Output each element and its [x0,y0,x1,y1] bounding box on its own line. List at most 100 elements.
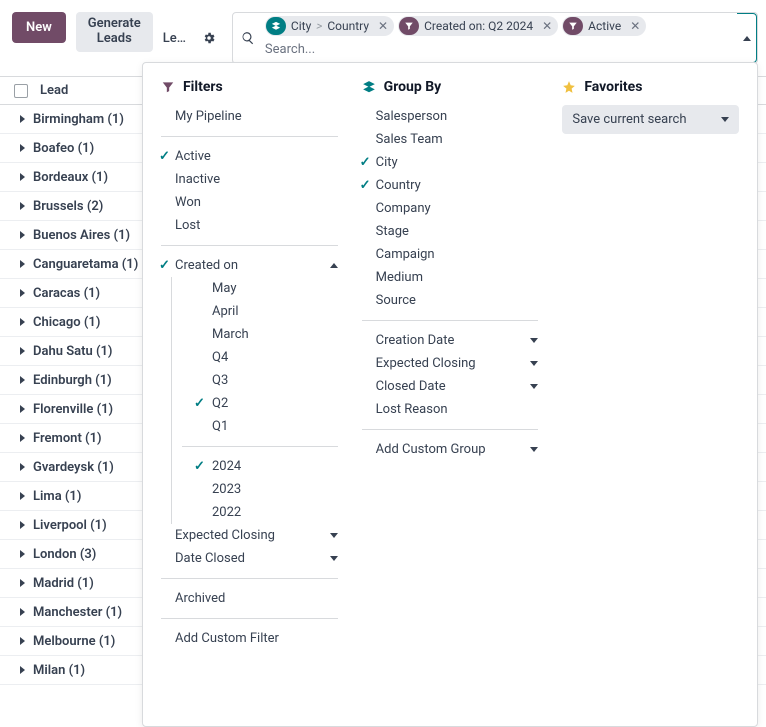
filter-created-on[interactable]: ✓Created on [161,254,338,277]
groupby-option[interactable]: Medium [362,266,539,289]
groupby-option[interactable]: Source [362,289,539,312]
add-custom-group[interactable]: Add Custom Group [362,438,539,461]
expand-icon [20,550,25,558]
chip-zone: City>Country✕Created on: Q2 2024✕Active✕ [263,13,737,63]
group-label: Caracas (1) [33,286,100,301]
expand-icon [20,463,25,471]
filter-option[interactable]: 2022 [196,501,338,524]
expand-icon [20,289,25,297]
facet-chip: City>Country✕ [265,16,394,36]
filter-option[interactable]: Q3 [196,369,338,392]
search-icon[interactable] [233,13,263,63]
filter-option[interactable]: Q4 [196,346,338,369]
breadcrumb[interactable]: Le… [163,31,186,46]
filter-active[interactable]: ✓Active [161,145,338,168]
expand-icon [20,492,25,500]
filter-option[interactable]: Q1 [196,415,338,438]
groupby-option[interactable]: Campaign [362,243,539,266]
expand-icon [20,405,25,413]
gear-icon[interactable] [202,31,216,45]
group-label: Birmingham (1) [33,112,124,127]
filter-option[interactable]: March [196,323,338,346]
filter-created-on-periods: MayAprilMarchQ4Q3✓Q2Q1 [172,277,338,438]
select-all-checkbox[interactable] [14,84,28,98]
generate-leads-button[interactable]: Generate Leads [76,12,153,52]
remove-facet[interactable]: ✕ [374,19,392,33]
group-label: Edinburgh (1) [33,373,112,388]
filter-icon [161,80,175,94]
filter-option[interactable]: April [196,300,338,323]
expand-icon [20,637,25,645]
filter-option[interactable]: ✓2024 [196,455,338,478]
filter-option[interactable]: May [196,277,338,300]
filter-archived[interactable]: Archived [161,587,338,610]
expand-icon [20,376,25,384]
groupby-option[interactable]: Company [362,197,539,220]
group-label: Boafeo (1) [33,141,94,156]
groupby-option[interactable]: Sales Team [362,128,539,151]
group-label: Melbourne (1) [33,634,115,649]
group-label: Gvardeysk (1) [33,460,114,475]
filter-option[interactable]: ✓Q2 [196,392,338,415]
search-options-panel: Filters My Pipeline ✓Active Inactive Won… [142,62,758,727]
group-label: Bordeaux (1) [33,170,108,185]
filter-date-closed[interactable]: Date Closed [161,547,338,570]
groupby-heading: Group By [362,79,539,95]
facet-label: Created on: Q2 2024 [419,19,538,33]
facet-label: Country [322,19,374,33]
expand-icon [20,608,25,616]
remove-facet[interactable]: ✕ [626,19,644,33]
layers-icon [266,17,286,35]
add-custom-filter[interactable]: Add Custom Filter [161,627,338,650]
filter-icon [563,17,583,35]
filters-heading: Filters [161,79,338,95]
remove-facet[interactable]: ✕ [538,19,556,33]
expand-icon [20,173,25,181]
filter-created-on-years: ✓202420232022 [172,455,338,524]
group-label: London (3) [33,547,96,562]
column-header-lead[interactable]: Lead [40,83,68,98]
filter-icon [399,17,419,35]
star-icon [562,80,576,94]
filter-inactive[interactable]: Inactive [161,168,338,191]
filters-column: Filters My Pipeline ✓Active Inactive Won… [161,79,338,710]
group-label: Madrid (1) [33,576,94,591]
filter-option[interactable]: 2023 [196,478,338,501]
group-label: Milan (1) [33,663,85,678]
search-options-toggle[interactable] [737,13,757,63]
group-label: Florenville (1) [33,402,113,417]
expand-icon [20,144,25,152]
groupby-items: SalespersonSales Team✓City✓CountryCompan… [362,105,539,312]
groupby-date-option[interactable]: Creation Date [362,329,539,352]
filter-lost[interactable]: Lost [161,214,338,237]
groupby-date-option[interactable]: Expected Closing [362,352,539,375]
expand-icon [20,579,25,587]
filter-expected-closing[interactable]: Expected Closing [161,524,338,547]
groupby-option[interactable]: Salesperson [362,105,539,128]
group-label: Buenos Aires (1) [33,228,130,243]
groupby-column: Group By SalespersonSales Team✓City✓Coun… [362,79,539,710]
groupby-option[interactable]: Stage [362,220,539,243]
groupby-option[interactable]: ✓City [362,151,539,174]
group-label: Chicago (1) [33,315,100,330]
new-button[interactable]: New [12,12,66,43]
filter-my-pipeline[interactable]: My Pipeline [161,105,338,128]
groupby-date-option[interactable]: Closed Date [362,375,539,398]
expand-icon [20,260,25,268]
facet-label: Active [583,19,626,33]
groupby-option[interactable]: ✓Country [362,174,539,197]
group-label: Brussels (2) [33,199,103,214]
group-label: Fremont (1) [33,431,102,446]
facet-chip: Created on: Q2 2024✕ [398,16,558,36]
layers-icon [362,80,376,94]
facet-chip: Active✕ [562,16,646,36]
facet-label: City [286,19,316,33]
group-label: Lima (1) [33,489,81,504]
save-current-search-button[interactable]: Save current search [562,105,739,134]
favorites-heading: Favorites [562,79,739,95]
groupby-lost-reason[interactable]: Lost Reason [362,398,539,421]
search-input[interactable] [265,40,735,60]
group-label: Canguaretama (1) [33,257,138,272]
filter-won[interactable]: Won [161,191,338,214]
groupby-dates: Creation DateExpected ClosingClosed Date [362,329,539,398]
